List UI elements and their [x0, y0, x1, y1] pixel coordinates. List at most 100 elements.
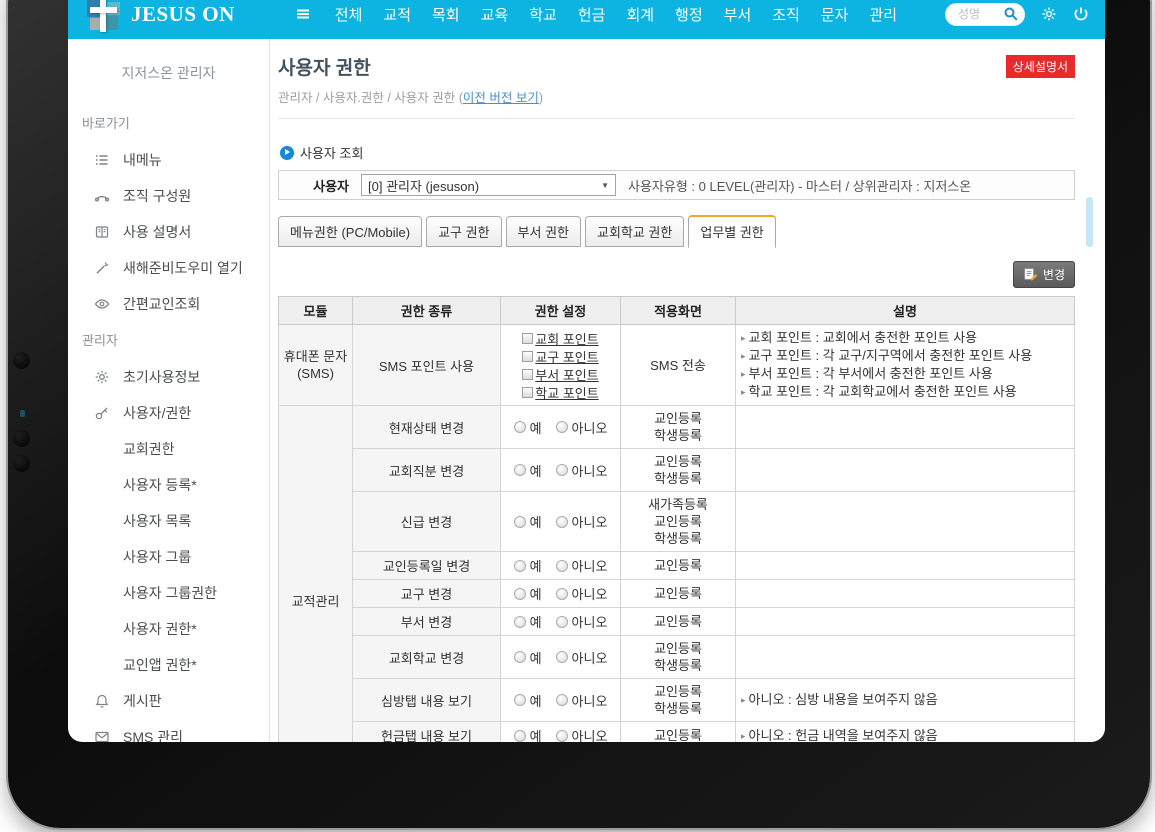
radio-circle-icon[interactable] — [514, 464, 526, 476]
user-select[interactable]: [0] 관리자 (jesuson) ▼ — [361, 174, 616, 196]
logo[interactable]: JESUS ON — [86, 0, 235, 32]
perm-setting-cell: 예 아니오 — [501, 722, 621, 743]
radio-no[interactable]: 아니오 — [556, 648, 608, 667]
hamburger-menu-icon[interactable] — [295, 6, 311, 22]
sidebar-item-user-register[interactable]: 사용자 등록* — [68, 467, 269, 503]
radio-no[interactable]: 아니오 — [556, 418, 608, 437]
sidebar-item-user-group-permission[interactable]: 사용자 그룹권한 — [68, 575, 269, 611]
radio-no[interactable]: 아니오 — [556, 556, 608, 575]
nav-item-all[interactable]: 전체 — [335, 4, 363, 25]
radio-no[interactable]: 아니오 — [556, 691, 608, 710]
sidebar-item-user-permission-current[interactable]: 사용자 권한* — [68, 611, 269, 647]
radio-circle-icon[interactable] — [556, 464, 568, 476]
checkbox[interactable] — [522, 369, 533, 380]
settings-gear-icon[interactable] — [1041, 6, 1057, 22]
radio-circle-icon[interactable] — [556, 421, 568, 433]
radio-yes[interactable]: 예 — [514, 556, 542, 575]
sidebar-item-board[interactable]: 게시판 — [68, 683, 269, 719]
radio-no[interactable]: 아니오 — [556, 584, 608, 603]
sidebar-item-org-members[interactable]: 조직 구성원 — [68, 178, 269, 214]
radio-no[interactable]: 아니오 — [556, 512, 608, 531]
radio-circle-icon[interactable] — [514, 560, 526, 572]
checkbox[interactable] — [522, 333, 533, 344]
app-header: JESUS ON 전체 교적 목회 교육 학교 헌금 회계 행정 부서 조직 문자 관리 — [68, 0, 1105, 39]
radio-circle-icon[interactable] — [514, 588, 526, 600]
sidebar-item-label: 초기사용정보 — [123, 367, 200, 387]
tab-parish-permission[interactable]: 교구 권한 — [426, 216, 501, 247]
radio-circle-icon[interactable] — [556, 588, 568, 600]
radio-circle-icon[interactable] — [514, 694, 526, 706]
checkbox[interactable] — [522, 387, 533, 398]
screen-cell: SMS 전송 — [621, 325, 736, 406]
radio-yes[interactable]: 예 — [514, 648, 542, 667]
nav-item-ministry[interactable]: 목회 — [432, 4, 460, 25]
radio-circle-icon[interactable] — [556, 616, 568, 628]
screen-cell: 교인등록 — [621, 552, 736, 580]
sidebar-item-quick-member-lookup[interactable]: 간편교인조회 — [68, 286, 269, 322]
checkbox[interactable] — [522, 351, 533, 362]
nav-item-school[interactable]: 학교 — [529, 4, 557, 25]
radio-circle-icon[interactable] — [514, 421, 526, 433]
radio-circle-icon[interactable] — [556, 694, 568, 706]
radio-yes[interactable]: 예 — [514, 418, 542, 437]
tab-department-permission[interactable]: 부서 권한 — [506, 216, 581, 247]
tab-church-school-permission[interactable]: 교회학교 권한 — [585, 216, 684, 247]
gear-icon — [94, 369, 110, 385]
sidebar-item-newyear-helper[interactable]: 새해준비도우미 열기 — [68, 250, 269, 286]
change-button[interactable]: 변경 — [1013, 261, 1075, 288]
detail-manual-badge[interactable]: 상세설명서 — [1006, 55, 1075, 78]
book-icon — [94, 224, 110, 240]
radio-circle-icon[interactable] — [514, 730, 526, 742]
nav-item-offering[interactable]: 헌금 — [578, 4, 606, 25]
nav-item-education[interactable]: 교육 — [481, 4, 509, 25]
scrollbar-thumb[interactable] — [1086, 197, 1093, 247]
sidebar-item-member-app-permission[interactable]: 교인앱 권한* — [68, 647, 269, 683]
sidebar-item-church-permission[interactable]: 교회권한 — [68, 431, 269, 467]
sidebar-item-user-list[interactable]: 사용자 목록 — [68, 503, 269, 539]
nav-item-records[interactable]: 교적 — [383, 4, 411, 25]
sidebar-item-user-permission[interactable]: 사용자/권한 — [68, 395, 269, 431]
perm-type-cell: 교인등록일 변경 — [353, 552, 501, 580]
radio-yes[interactable]: 예 — [514, 584, 542, 603]
radio-yes[interactable]: 예 — [514, 512, 542, 531]
table-row: 교적관리현재상태 변경예아니오교인등록학생등록 — [279, 406, 1075, 449]
sidebar-item-initial-settings[interactable]: 초기사용정보 — [68, 359, 269, 395]
sidebar-item-sms-manage[interactable]: SMS 관리 — [68, 719, 269, 742]
radio-circle-icon[interactable] — [556, 730, 568, 742]
perm-type-cell: 교회학교 변경 — [353, 636, 501, 679]
power-icon[interactable] — [1073, 6, 1089, 22]
radio-circle-icon[interactable] — [514, 616, 526, 628]
sidebar-section-label: 바로가기 — [68, 105, 269, 142]
sidebar-item-my-menu[interactable]: 내메뉴 — [68, 142, 269, 178]
radio-yes[interactable]: 예 — [514, 461, 542, 480]
desc-bullet-icon: ▸ — [741, 727, 746, 743]
column-header: 권한 설정 — [501, 297, 621, 325]
tab-task-permission[interactable]: 업무별 권한 — [688, 215, 775, 248]
radio-no[interactable]: 아니오 — [556, 461, 608, 480]
nav-item-manage[interactable]: 관리 — [869, 4, 897, 25]
nav-item-sms[interactable]: 문자 — [821, 4, 849, 25]
nav-item-organization[interactable]: 조직 — [772, 4, 800, 25]
nav-item-administration[interactable]: 행정 — [675, 4, 703, 25]
radio-yes[interactable]: 예 — [514, 726, 542, 742]
radio-label: 예 — [530, 584, 542, 603]
radio-yes[interactable]: 예 — [514, 612, 542, 631]
nav-item-accounting[interactable]: 회계 — [626, 4, 654, 25]
tab-menu-permission[interactable]: 메뉴권한 (PC/Mobile) — [278, 216, 422, 247]
sidebar-item-label: 사용 설명서 — [123, 222, 191, 242]
screen-cell: 교인등록학생등록 — [621, 449, 736, 492]
sidebar-item-user-manual[interactable]: 사용 설명서 — [68, 214, 269, 250]
radio-yes[interactable]: 예 — [514, 691, 542, 710]
search-icon[interactable] — [1003, 6, 1019, 22]
radio-no[interactable]: 아니오 — [556, 726, 608, 742]
radio-circle-icon[interactable] — [514, 516, 526, 528]
radio-circle-icon[interactable] — [556, 651, 568, 663]
previous-version-link[interactable]: 이전 버전 보기 — [463, 91, 539, 105]
radio-no[interactable]: 아니오 — [556, 612, 608, 631]
radio-circle-icon[interactable] — [556, 516, 568, 528]
sidebar-item-user-group[interactable]: 사용자 그룹 — [68, 539, 269, 575]
nav-item-department[interactable]: 부서 — [724, 4, 752, 25]
radio-circle-icon[interactable] — [514, 651, 526, 663]
radio-circle-icon[interactable] — [556, 560, 568, 572]
user-query-bar: 사용자 [0] 관리자 (jesuson) ▼ 사용자유형 : 0 LEVEL(… — [278, 170, 1075, 200]
